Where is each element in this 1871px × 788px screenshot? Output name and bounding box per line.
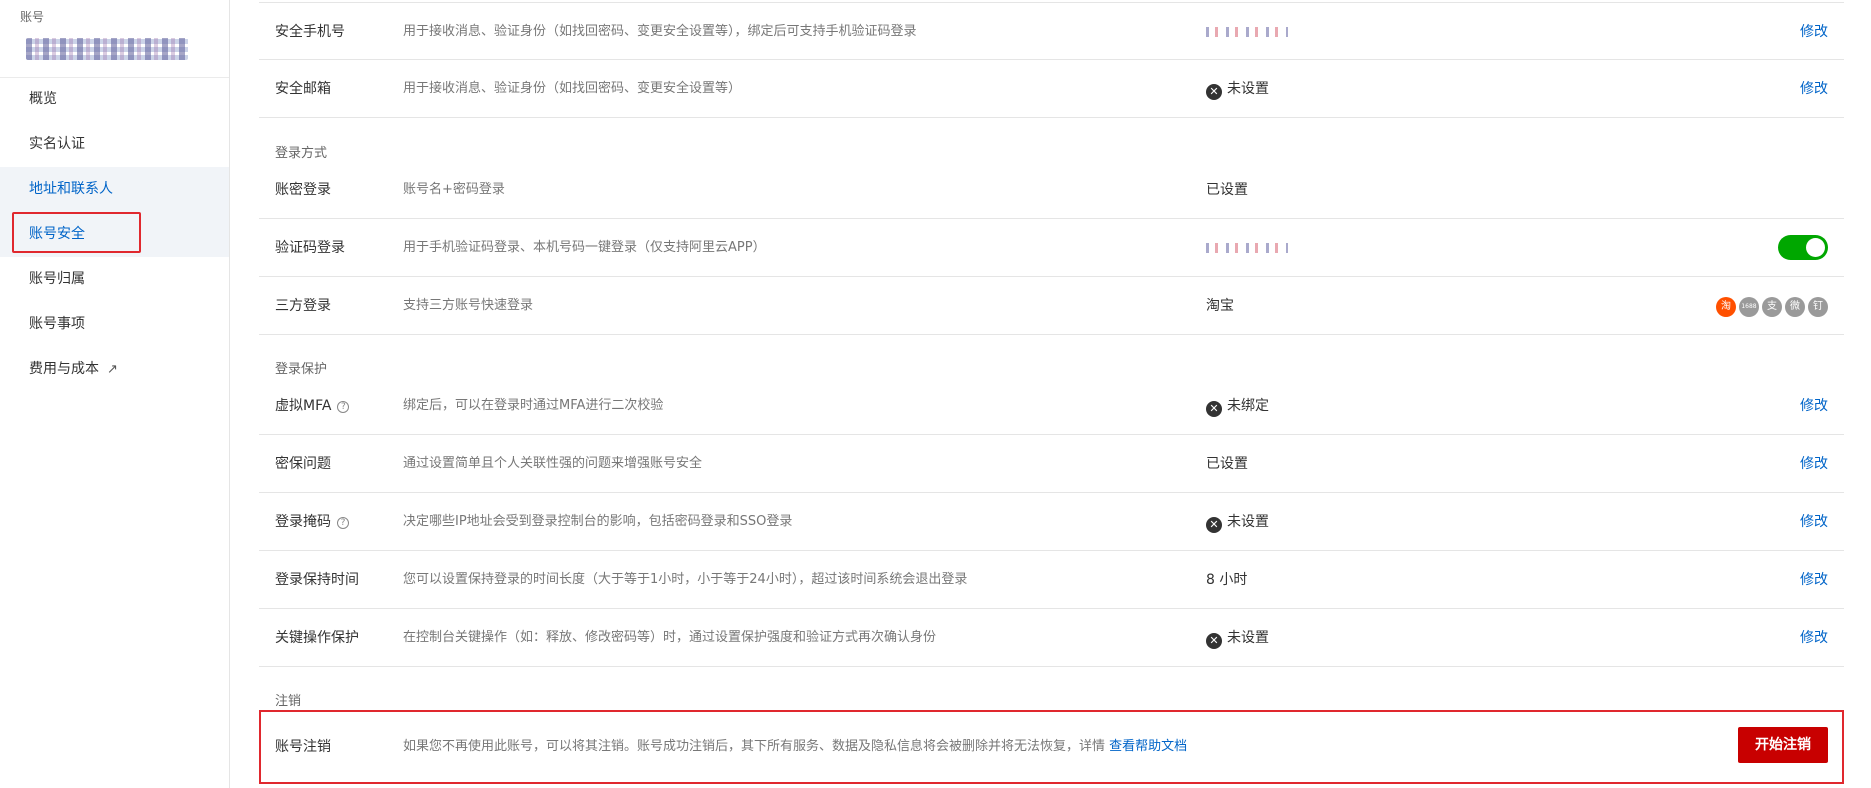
edit-login-mask-link[interactable]: 修改 (1800, 493, 1828, 551)
row-name: 账号注销 (275, 739, 331, 755)
taobao-icon[interactable]: 淘 (1716, 297, 1736, 317)
phone-masked (1206, 219, 1288, 277)
nav-label: 账号事项 (29, 316, 85, 332)
row-security-email: 安全邮箱 用于接收消息、验证身份（如找回密码、变更安全设置等） ✕ 未设置 修改 (259, 60, 1844, 118)
row-password-login: 账密登录 账号名+密码登录 已设置 (259, 161, 1844, 219)
row-desc: 决定哪些IP地址会受到登录控制台的影响，包括密码登录和SSO登录 (403, 514, 793, 529)
nav-label: 实名认证 (29, 136, 85, 152)
row-name: 安全邮箱 (275, 81, 331, 97)
dingtalk-icon[interactable]: 钉 (1808, 297, 1828, 317)
nav-label: 费用与成本 (29, 361, 99, 377)
row-name: 登录掩码? (275, 493, 349, 551)
row-name: 安全手机号 (275, 24, 345, 40)
row-status: 淘宝 (1206, 298, 1234, 314)
help-icon[interactable]: ? (337, 517, 349, 529)
section-title-login-methods: 登录方式 (275, 146, 328, 161)
start-deregister-button[interactable]: 开始注销 (1738, 727, 1828, 763)
phone-masked (1206, 3, 1288, 61)
row-third-party-login: 三方登录 支持三方账号快速登录 淘宝 淘 1688 支 微 钉 (259, 277, 1844, 335)
row-desc: 用于接收消息、验证身份（如找回密码、变更安全设置等） (403, 81, 742, 96)
sms-login-toggle[interactable] (1778, 235, 1828, 260)
weibo-icon[interactable]: 微 (1785, 297, 1805, 317)
edit-critical-op-link[interactable]: 修改 (1800, 609, 1828, 667)
nav-label: 账号归属 (29, 271, 85, 287)
nav-label: 概览 (29, 91, 57, 107)
row-name: 三方登录 (275, 298, 331, 314)
external-link-icon: ↗ (107, 362, 118, 377)
row-status: 已设置 (1206, 182, 1248, 198)
edit-mfa-link[interactable]: 修改 (1800, 377, 1828, 435)
row-desc: 绑定后，可以在登录时通过MFA进行二次校验 (403, 398, 664, 413)
row-session-time: 登录保持时间 您可以设置保持登录的时间长度（大于等于1小时，小于等于24小时），… (259, 551, 1844, 609)
row-desc: 支持三方账号快速登录 (403, 298, 534, 313)
row-virtual-mfa: 虚拟MFA? 绑定后，可以在登录时通过MFA进行二次校验 ✕ 未绑定 修改 (259, 377, 1844, 435)
row-desc: 您可以设置保持登录的时间长度（大于等于1小时，小于等于24小时），超过该时间系统… (403, 572, 968, 587)
row-status: ✕ 未设置 (1206, 60, 1269, 118)
row-name: 验证码登录 (275, 240, 345, 256)
nav-item-account-ownership[interactable]: 账号归属 (0, 257, 229, 302)
help-icon[interactable]: ? (337, 401, 350, 413)
help-doc-link[interactable]: 查看帮助文档 (1109, 739, 1187, 754)
nav-item-cost[interactable]: 费用与成本 ↗ (0, 347, 229, 392)
edit-session-time-link[interactable]: 修改 (1800, 551, 1828, 609)
close-circle-icon: ✕ (1206, 401, 1222, 417)
row-login-mask: 登录掩码? 决定哪些IP地址会受到登录控制台的影响，包括密码登录和SSO登录 ✕… (259, 493, 1844, 551)
toggle-knob (1806, 238, 1825, 257)
close-circle-icon: ✕ (1206, 633, 1222, 649)
row-desc: 通过设置简单且个人关联性强的问题来增强账号安全 (403, 456, 703, 471)
nav-item-account-matters[interactable]: 账号事项 (0, 302, 229, 347)
row-security-question: 密保问题 通过设置简单且个人关联性强的问题来增强账号安全 已设置 修改 (259, 435, 1844, 493)
highlight-frame (12, 212, 141, 253)
row-status: ✕ 未设置 (1206, 609, 1269, 667)
security-settings: 安全手机号 用于接收消息、验证身份（如找回密码、变更安全设置等），绑定后可支持手… (230, 0, 1871, 788)
row-name: 账密登录 (275, 182, 331, 198)
row-status: ✕ 未绑定 (1206, 377, 1269, 435)
row-name: 关键操作保护 (275, 630, 359, 646)
row-name: 虚拟MFA? (275, 377, 350, 435)
row-desc: 在控制台关键操作（如：释放、修改密码等）时，通过设置保护强度和验证方式再次确认身… (403, 630, 937, 645)
row-security-phone: 安全手机号 用于接收消息、验证身份（如找回密码、变更安全设置等），绑定后可支持手… (259, 2, 1844, 60)
account-label: 账号 (20, 10, 45, 24)
row-name: 密保问题 (275, 456, 331, 472)
section-title-deregister: 注销 (275, 694, 302, 709)
row-status: 已设置 (1206, 456, 1248, 472)
nav-item-real-name[interactable]: 实名认证 (0, 122, 229, 167)
row-name: 登录保持时间 (275, 572, 359, 588)
edit-email-link[interactable]: 修改 (1800, 60, 1828, 118)
deregister-row: 账号注销 如果您不再使用此账号，可以将其注销。账号成功注销后，其下所有服务、数据… (259, 710, 1844, 784)
edit-question-link[interactable]: 修改 (1800, 435, 1828, 493)
row-sms-login: 验证码登录 用于手机验证码登录、本机号码一键登录（仅支持阿里云APP） (259, 219, 1844, 277)
nav-item-address-contacts[interactable]: 地址和联系人 (0, 167, 229, 212)
row-status: ✕ 未设置 (1206, 493, 1269, 551)
row-desc: 如果您不再使用此账号，可以将其注销。账号成功注销后，其下所有服务、数据及隐私信息… (403, 739, 1188, 754)
row-desc: 用于手机验证码登录、本机号码一键登录（仅支持阿里云APP） (403, 240, 766, 255)
1688-icon[interactable]: 1688 (1739, 297, 1759, 317)
alipay-icon[interactable]: 支 (1762, 297, 1782, 317)
row-status: 8 小时 (1206, 572, 1248, 588)
third-party-icons: 淘 1688 支 微 钉 (1716, 297, 1828, 317)
nav-item-overview[interactable]: 概览 (0, 77, 229, 122)
row-desc: 用于接收消息、验证身份（如找回密码、变更安全设置等），绑定后可支持手机验证码登录 (403, 24, 917, 39)
row-desc: 账号名+密码登录 (403, 182, 505, 197)
section-title-login-protection: 登录保护 (275, 362, 328, 377)
edit-phone-link[interactable]: 修改 (1800, 3, 1828, 61)
close-circle-icon: ✕ (1206, 517, 1222, 533)
close-circle-icon: ✕ (1206, 84, 1222, 100)
row-critical-operation: 关键操作保护 在控制台关键操作（如：释放、修改密码等）时，通过设置保护强度和验证… (259, 609, 1844, 667)
sidebar: 账号 概览 实名认证 地址和联系人 账号安全 账号归属 账号事项 费用与成本 ↗ (0, 0, 230, 788)
nav-label: 地址和联系人 (29, 181, 113, 197)
account-name-masked (26, 38, 188, 60)
